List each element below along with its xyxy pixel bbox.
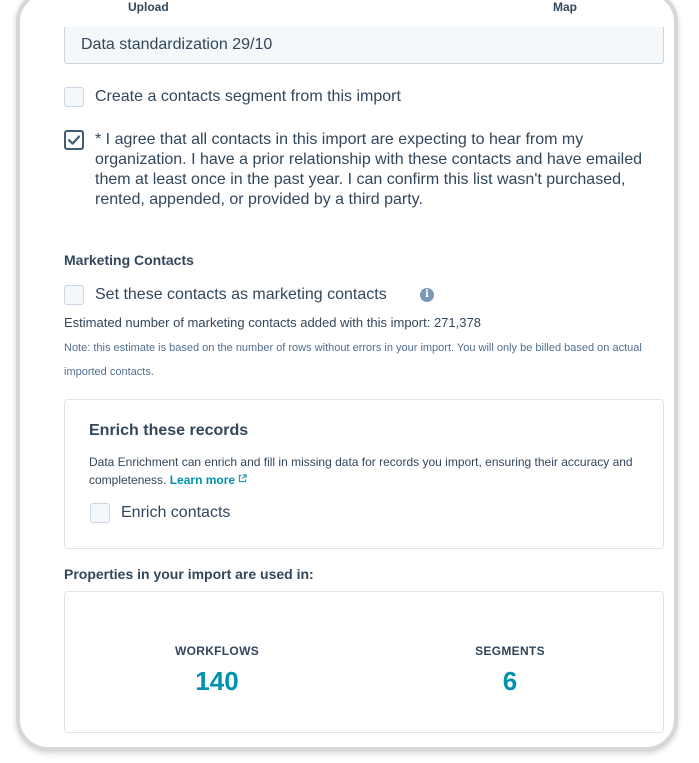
learn-more-label[interactable]: Learn more	[170, 473, 235, 487]
consent-checkbox[interactable]	[64, 130, 84, 150]
enrich-contacts-label[interactable]: Enrich contacts	[121, 503, 230, 523]
marketing-contacts-checkbox[interactable]	[64, 285, 84, 305]
properties-title: Properties in your import are used in:	[64, 566, 314, 582]
consent-text[interactable]: * I agree that all contacts in this impo…	[95, 130, 655, 210]
info-icon[interactable]: i	[420, 288, 434, 302]
enrich-contacts-checkbox[interactable]	[90, 503, 110, 523]
import-dialog-frame: Upload Map Create a contacts segment fro…	[16, 0, 678, 751]
external-link-icon[interactable]	[238, 474, 247, 483]
checkmark-icon	[67, 135, 81, 145]
enrich-card: Enrich these records Data Enrichment can…	[64, 399, 664, 549]
marketing-contacts-title: Marketing Contacts	[64, 252, 194, 268]
segments-count[interactable]: 6	[430, 666, 590, 697]
marketing-contacts-label[interactable]: Set these contacts as marketing contacts	[95, 285, 387, 305]
marketing-estimate: Estimated number of marketing contacts a…	[64, 315, 481, 330]
segment-checkbox[interactable]	[64, 87, 84, 107]
properties-card: WORKFLOWS 140 SEGMENTS 6	[64, 591, 664, 733]
segments-label: SEGMENTS	[475, 644, 545, 658]
import-name-input[interactable]	[64, 27, 664, 64]
step-upload[interactable]: Upload	[128, 0, 169, 14]
enrich-title: Enrich these records	[89, 422, 249, 439]
workflows-label: WORKFLOWS	[174, 644, 260, 658]
learn-more-link[interactable]: Learn more	[170, 473, 247, 487]
billing-note: Note: this estimate is based on the numb…	[64, 342, 642, 378]
step-map[interactable]: Map	[553, 0, 577, 14]
segment-checkbox-label[interactable]: Create a contacts segment from this impo…	[95, 87, 401, 107]
enrich-description: Data Enrichment can enrich and fill in m…	[89, 453, 634, 489]
workflows-count[interactable]: 140	[137, 666, 297, 697]
